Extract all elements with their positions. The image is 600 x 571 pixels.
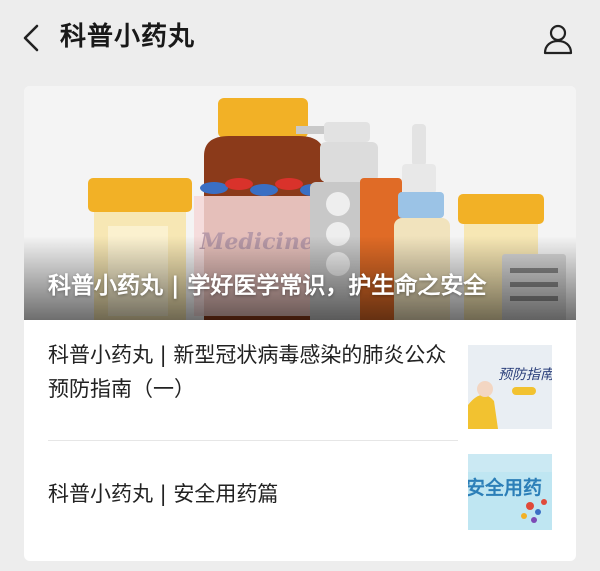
article-card: Medicine: [24, 86, 576, 561]
safe-medication-thumbnail: 安全用药: [468, 454, 552, 530]
hero-article[interactable]: Medicine: [24, 86, 576, 320]
thumb-text: 预防指南: [498, 367, 552, 383]
article-title: 科普小药丸 | 安全用药篇: [48, 482, 279, 506]
article-title: 科普小药丸 | 新型冠状病毒感染的肺炎公众预防指南（一）: [48, 343, 447, 401]
hero-title: 科普小药丸 | 学好医学常识，护生命之安全: [48, 273, 487, 299]
thumb-text: 安全用药: [468, 476, 542, 499]
article-thumbnail: 预防指南: [468, 345, 552, 429]
top-bar: 科普小药丸: [0, 0, 600, 76]
user-icon: [543, 24, 573, 55]
page-title: 科普小药丸: [60, 22, 196, 52]
profile-button[interactable]: [540, 22, 576, 56]
article-thumbnail: 安全用药: [468, 454, 552, 530]
article-item[interactable]: 科普小药丸 | 新型冠状病毒感染的肺炎公众预防指南（一） 预防指南: [24, 338, 576, 440]
article-item[interactable]: 科普小药丸 | 安全用药篇 安全用药: [24, 454, 576, 556]
prevention-guide-thumbnail: 预防指南: [468, 345, 552, 429]
divider: [48, 440, 458, 441]
back-button[interactable]: [18, 22, 44, 54]
chevron-left-icon: [23, 24, 39, 52]
